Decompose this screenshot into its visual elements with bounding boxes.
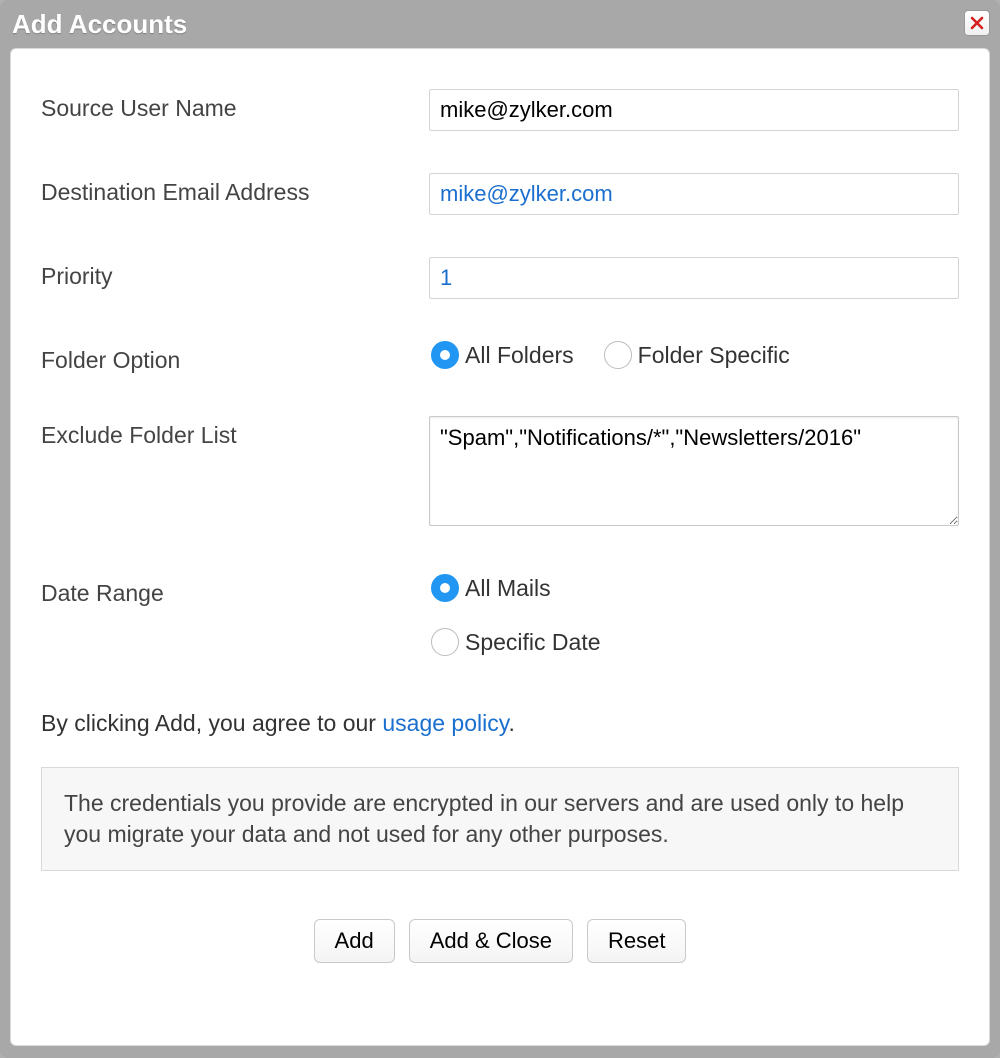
policy-line: By clicking Add, you agree to our usage … [41, 710, 959, 737]
close-button[interactable] [964, 10, 990, 36]
radio-icon [604, 341, 632, 369]
reset-button[interactable]: Reset [587, 919, 686, 963]
source-user-name-input[interactable] [429, 89, 959, 131]
button-row: Add Add & Close Reset [41, 919, 959, 963]
close-icon [970, 16, 984, 30]
dialog-title: Add Accounts [12, 9, 187, 40]
row-source-user-name: Source User Name [41, 89, 959, 131]
label-date-range: Date Range [41, 574, 431, 607]
credentials-notice: The credentials you provide are encrypte… [41, 767, 959, 871]
dialog-titlebar: Add Accounts [0, 0, 1000, 48]
exclude-folder-list-input[interactable] [429, 416, 959, 526]
label-destination-email: Destination Email Address [41, 173, 429, 206]
radio-icon [431, 341, 459, 369]
radio-all-folders[interactable]: All Folders [431, 341, 574, 369]
folder-option-radio-group: All Folders Folder Specific [431, 341, 959, 369]
radio-label: Folder Specific [638, 342, 790, 369]
add-button[interactable]: Add [314, 919, 395, 963]
radio-icon [431, 574, 459, 602]
label-priority: Priority [41, 257, 429, 290]
row-destination-email: Destination Email Address [41, 173, 959, 215]
row-priority: Priority [41, 257, 959, 299]
radio-icon [431, 628, 459, 656]
dialog-panel: Source User Name Destination Email Addre… [10, 48, 990, 1046]
radio-label: All Mails [465, 575, 551, 602]
label-exclude-folder-list: Exclude Folder List [41, 416, 429, 449]
radio-specific-date[interactable]: Specific Date [431, 628, 601, 656]
row-folder-option: Folder Option All Folders Folder Specifi… [41, 341, 959, 374]
usage-policy-link[interactable]: usage policy [382, 710, 508, 736]
label-folder-option: Folder Option [41, 341, 431, 374]
policy-suffix: . [509, 710, 515, 736]
priority-input[interactable] [429, 257, 959, 299]
label-source-user-name: Source User Name [41, 89, 429, 122]
row-date-range: Date Range All Mails Specific Date [41, 574, 959, 656]
date-range-radio-group: All Mails Specific Date [431, 574, 959, 656]
add-close-button[interactable]: Add & Close [409, 919, 573, 963]
radio-all-mails[interactable]: All Mails [431, 574, 551, 602]
add-accounts-dialog: Add Accounts Source User Name Destinatio… [0, 0, 1000, 1058]
destination-email-input[interactable] [429, 173, 959, 215]
policy-prefix: By clicking Add, you agree to our [41, 710, 382, 736]
radio-folder-specific[interactable]: Folder Specific [604, 341, 790, 369]
row-exclude-folder-list: Exclude Folder List [41, 416, 959, 532]
radio-label: All Folders [465, 342, 574, 369]
radio-label: Specific Date [465, 629, 601, 656]
